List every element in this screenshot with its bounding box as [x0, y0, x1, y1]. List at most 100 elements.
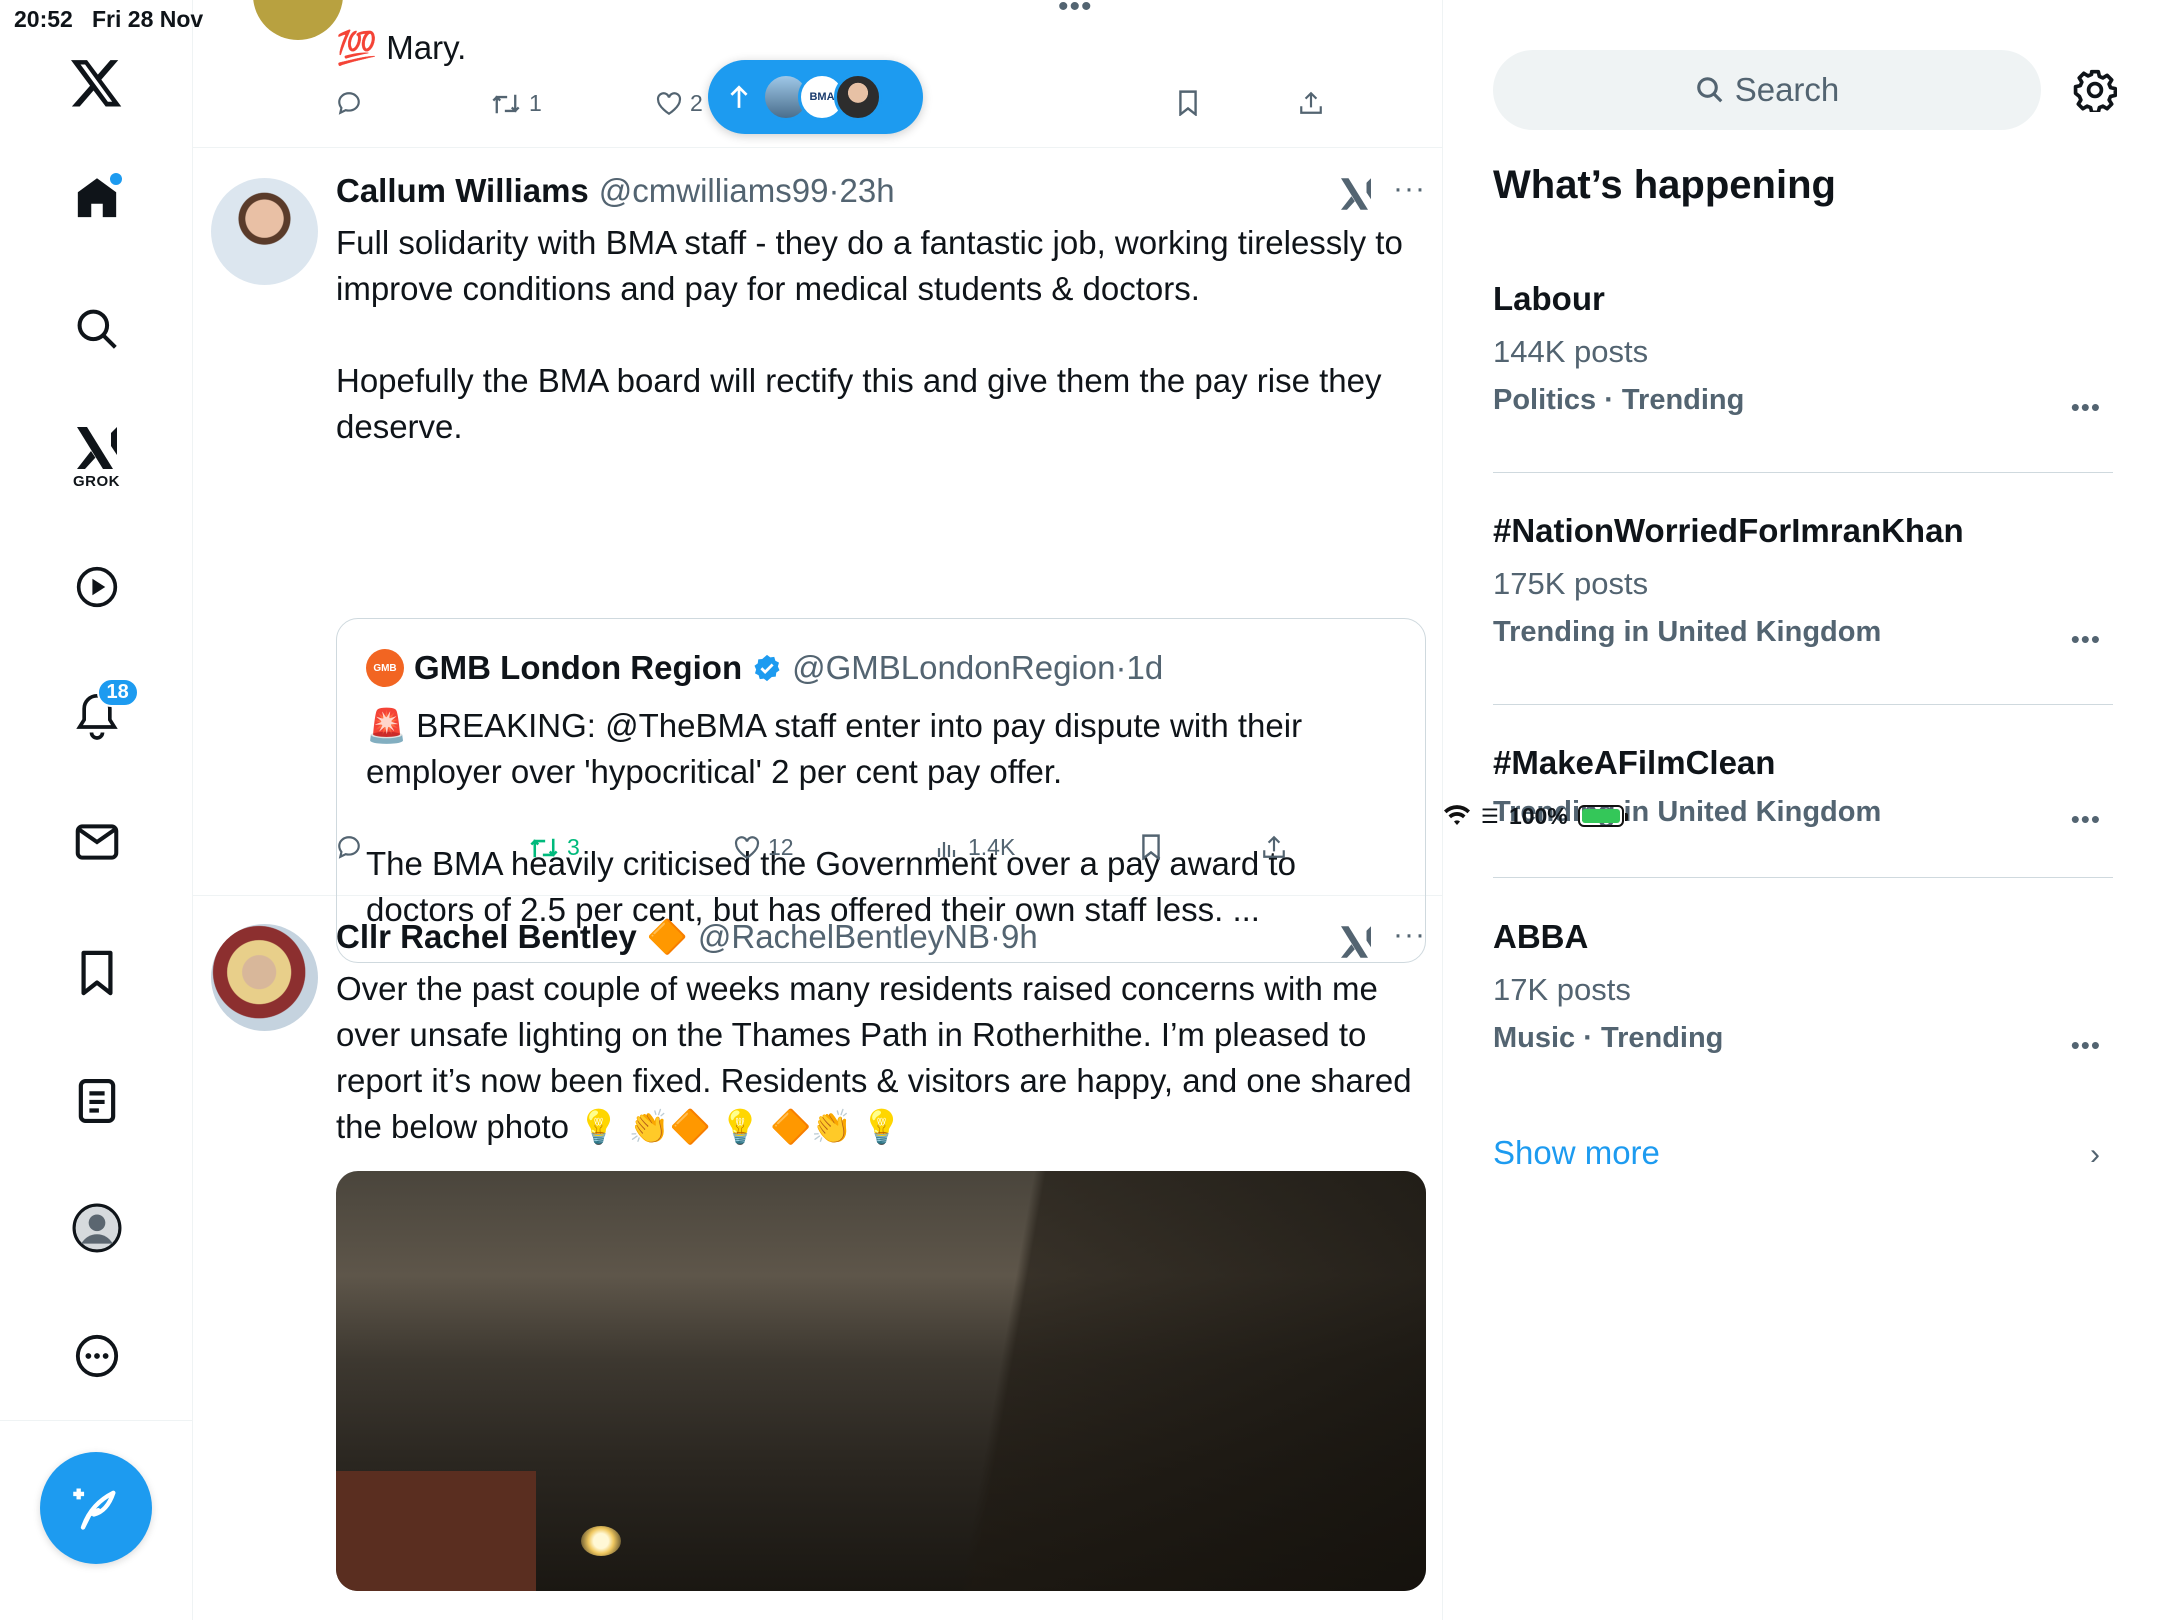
pill-avatar-2-label: BMA	[809, 91, 835, 103]
grok-icon	[76, 427, 117, 469]
bookmark-icon	[80, 950, 113, 996]
sidebar-divider	[0, 1420, 193, 1421]
tweet-3-header: Cllr Rachel Bentley 🔶 @RachelBentleyNB·9…	[336, 918, 1038, 957]
bookmark-icon	[1179, 90, 1197, 116]
reply-icon	[338, 836, 360, 859]
nav-explore[interactable]	[0, 307, 193, 351]
share-icon	[1263, 835, 1285, 858]
battery-percent: 100%	[1508, 802, 1568, 829]
grok-explain-icon[interactable]	[1338, 924, 1374, 960]
tweet-time[interactable]: 23h	[839, 172, 894, 209]
quote-avatar-label: GMB	[373, 662, 397, 674]
like-count: 2	[690, 90, 703, 116]
quote-paragraph-1: 🚨 BREAKING: @TheBMA staff enter into pay…	[366, 707, 1303, 790]
author-name[interactable]: Cllr Rachel Bentley	[336, 918, 637, 956]
like-count: 12	[768, 834, 794, 860]
share-button[interactable]	[1298, 90, 1324, 116]
tweet-2-actions: 3 12 1.4K	[336, 834, 1336, 874]
like-button[interactable]: 2	[656, 90, 703, 117]
timeline: ••• 💯 Mary. 1 2 BMA Callum Williams @cmw…	[193, 0, 1443, 1620]
tweet-more-button[interactable]: ···	[1393, 918, 1426, 952]
tweet-3-avatar[interactable]	[211, 924, 318, 1031]
author-name[interactable]: Callum Williams	[336, 172, 589, 210]
tweet-2-header: Callum Williams @cmwilliams99·23h	[336, 172, 895, 210]
nav-lists[interactable]	[0, 1078, 193, 1124]
home-dot	[109, 173, 122, 185]
clock: 20:52	[14, 6, 73, 32]
tweet-3-photo[interactable]	[336, 1171, 1426, 1591]
profile-avatar-icon	[72, 1203, 121, 1253]
verified-badge-icon	[754, 654, 780, 682]
heart-icon	[734, 835, 760, 859]
nav-profile[interactable]	[0, 1203, 193, 1253]
retweet-count: 3	[567, 834, 580, 860]
quote-handle-time: @GMBLondonRegion·1d	[792, 649, 1164, 686]
nav-more[interactable]	[0, 1333, 193, 1379]
retweet-button[interactable]: 1	[491, 90, 542, 117]
date: Fri 28 Nov	[92, 6, 204, 32]
retweet-icon	[530, 838, 558, 857]
share-button[interactable]	[1261, 834, 1287, 860]
photo-brick-wall	[336, 1471, 536, 1591]
nav-video[interactable]	[0, 565, 193, 609]
compose-button[interactable]	[40, 1452, 152, 1564]
tweet-time[interactable]: 9h	[1001, 918, 1038, 955]
reply-button[interactable]	[336, 834, 362, 860]
nav-notifications[interactable]: 18	[0, 678, 193, 740]
heart-icon	[656, 91, 682, 115]
more-circle-icon	[75, 1334, 118, 1378]
nav-home[interactable]	[0, 173, 193, 221]
tweet-more-button[interactable]: ···	[1393, 172, 1426, 206]
tweet-2-paragraph-2: Hopefully the BMA board will rectify thi…	[336, 362, 1382, 445]
play-icon	[76, 566, 117, 608]
grok-label: GROK	[73, 473, 120, 490]
reply-icon	[338, 92, 360, 115]
nav-messages[interactable]	[0, 822, 193, 862]
nav-bookmarks[interactable]	[0, 950, 193, 996]
retweet-count: 1	[529, 90, 542, 116]
search-icon	[77, 309, 117, 349]
list-doc-icon	[78, 1078, 115, 1124]
status-bar: 20:52 Fri 28 Nov ☰ 100%	[0, 0, 2160, 829]
reply-button[interactable]	[336, 90, 362, 116]
x-logo[interactable]	[0, 60, 193, 108]
retweet-button[interactable]: 3	[529, 834, 580, 861]
tweet-2-avatar[interactable]	[211, 178, 318, 285]
bookmark-icon	[1142, 834, 1160, 860]
grok-explain-icon[interactable]	[1338, 176, 1374, 212]
tweet-3[interactable]: Cllr Rachel Bentley 🔶 @RachelBentleyNB·9…	[193, 896, 1442, 1620]
view-count: 1.4K	[968, 834, 1016, 860]
status-time: 20:52 Fri 28 Nov	[14, 6, 203, 33]
quote-handle: @GMBLondonRegion	[792, 649, 1116, 686]
author-handle-time: @RachelBentleyNB·9h	[697, 918, 1038, 955]
mail-icon	[75, 824, 118, 860]
wifi-icon	[1444, 805, 1470, 825]
orange-diamond-badge: 🔶	[646, 918, 688, 955]
views-button[interactable]: 1.4K	[936, 834, 1015, 861]
author-handle-time: @cmwilliams99·23h	[598, 172, 895, 209]
bookmark-button[interactable]	[1178, 90, 1198, 116]
x-logo-icon	[70, 60, 121, 107]
bookmark-button[interactable]	[1141, 834, 1161, 860]
like-button[interactable]: 12	[734, 834, 794, 861]
status-right: ☰ 100%	[1443, 6, 2160, 1620]
tweet-3-text: Over the past couple of weeks many resid…	[336, 970, 1412, 1145]
quote-time: 1d	[1126, 649, 1164, 686]
quote-avatar: GMB	[366, 649, 404, 687]
retweet-icon	[492, 94, 520, 113]
list-icon: ☰	[1481, 805, 1499, 828]
quote-author-name: GMB London Region	[414, 649, 743, 686]
sidebar: GROK 18	[0, 0, 193, 1620]
author-handle[interactable]: @cmwilliams99	[599, 172, 829, 209]
tweet-2[interactable]: Callum Williams @cmwilliams99·23h ··· Fu…	[193, 148, 1442, 963]
battery-icon	[1577, 805, 1628, 827]
tweet-2-paragraph-1: Full solidarity with BMA staff - they do…	[336, 224, 1403, 307]
share-icon	[1300, 91, 1322, 114]
author-handle[interactable]: @RachelBentleyNB	[698, 918, 990, 955]
arrow-up-icon	[730, 85, 748, 108]
photo-light	[581, 1526, 621, 1556]
compose-feather-icon	[73, 1488, 116, 1530]
nav-grok[interactable]: GROK	[0, 425, 193, 490]
new-posts-pill[interactable]: BMA	[708, 60, 923, 134]
pill-avatar-3	[834, 73, 882, 121]
